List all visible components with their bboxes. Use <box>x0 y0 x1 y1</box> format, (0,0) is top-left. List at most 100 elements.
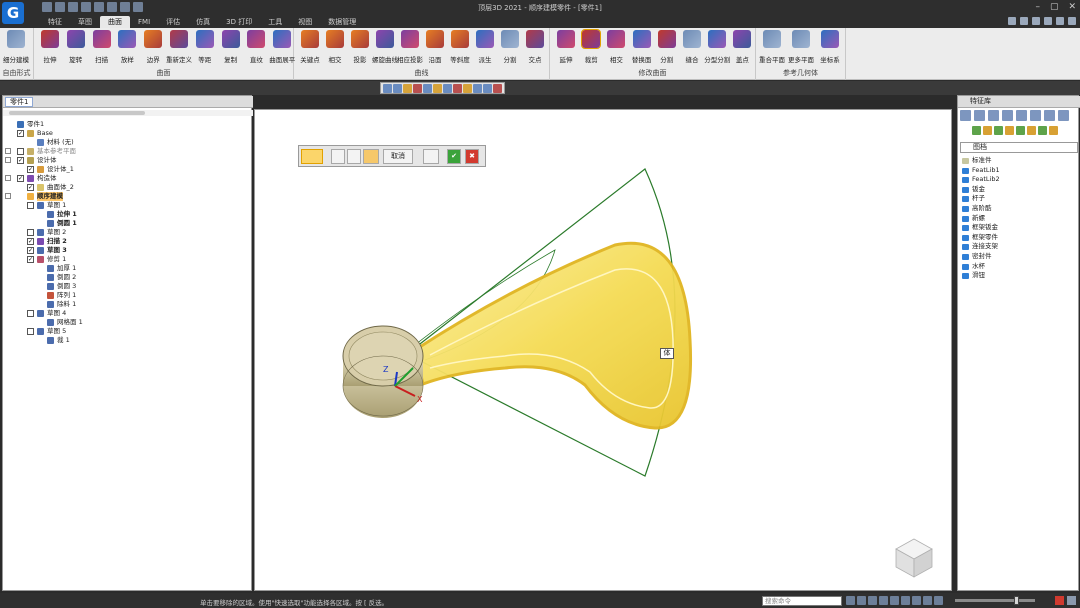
app-logo[interactable]: G <box>2 2 24 24</box>
style-icon[interactable] <box>1008 17 1016 25</box>
cancel-button[interactable]: 取消 <box>383 149 413 164</box>
status-tool-icon[interactable] <box>934 596 943 605</box>
maximize-button[interactable]: ▢ <box>1050 2 1059 12</box>
expand-toggle-icon[interactable] <box>5 148 11 154</box>
library-item[interactable]: FeatLib2 <box>960 175 1078 185</box>
ribbon-button-isocline[interactable]: 等斜度 <box>447 30 473 64</box>
tree-node[interactable]: ✓ 设计体 <box>3 156 251 165</box>
help-icon[interactable] <box>1032 17 1040 25</box>
ribbon-button-boundary[interactable]: 边界 <box>140 30 166 64</box>
scrollbar-thumb[interactable] <box>9 111 145 115</box>
visibility-checkbox[interactable]: ✓ <box>27 166 34 173</box>
ribbon-button-intersect-point[interactable]: 交点 <box>522 30 548 64</box>
tree-node[interactable]: 草图 4 <box>3 309 251 318</box>
trim-icon[interactable] <box>301 149 323 164</box>
ribbon-button-offset[interactable]: 等距 <box>192 30 218 64</box>
ribbon-button-replace-face[interactable]: 替换面 <box>629 30 655 64</box>
view-tool-icon[interactable] <box>473 84 482 93</box>
select-region-icon[interactable] <box>347 149 361 164</box>
view-tool-icon[interactable] <box>423 84 432 93</box>
tree-node[interactable]: ✓ 构造体 <box>3 174 251 183</box>
library-tool-icon[interactable] <box>1044 110 1055 121</box>
library-folder-select[interactable]: 图档 <box>960 142 1078 153</box>
ribbon-button-more-planes[interactable]: 更多平面 <box>788 30 814 64</box>
library-item[interactable]: 高阶酷 <box>960 204 1078 214</box>
view-tool-icon[interactable] <box>483 84 492 93</box>
view-tool-icon[interactable] <box>383 84 392 93</box>
tree-node[interactable]: 网格面 1 <box>3 318 251 327</box>
ribbon-button-cap-point[interactable]: 盖点 <box>729 30 755 64</box>
visibility-checkbox[interactable]: ✓ <box>27 247 34 254</box>
3d-viewport[interactable]: Z X <box>254 109 952 591</box>
tree-node[interactable]: 倒圆 2 <box>3 273 251 282</box>
tree-node[interactable]: 拉伸 1 <box>3 210 251 219</box>
tree-node[interactable]: ✓ 曲面体_2 <box>3 183 251 192</box>
paste-icon[interactable] <box>1016 126 1025 135</box>
tree-node[interactable]: 基本参考平面 <box>3 147 251 156</box>
ribbon-button-coincident-plane[interactable]: 重合平面 <box>759 30 785 64</box>
library-item[interactable]: 框架钣金 <box>960 223 1078 233</box>
library-tool-icon[interactable] <box>1030 110 1041 121</box>
panel-restore-icon[interactable] <box>1056 17 1064 25</box>
tab-0[interactable]: 特征 <box>40 16 70 28</box>
library-tool-icon[interactable] <box>1002 110 1013 121</box>
view-tool-icon[interactable] <box>433 84 442 93</box>
tab-4[interactable]: 评估 <box>158 16 188 28</box>
library-tool-icon[interactable] <box>960 110 971 121</box>
command-search-input[interactable]: 搜索命令 <box>762 596 842 606</box>
panel-minimize-icon[interactable] <box>1044 17 1052 25</box>
select-body-icon[interactable] <box>331 149 345 164</box>
tree-node[interactable]: 草图 5 <box>3 327 251 336</box>
tab-9[interactable]: 数据管理 <box>320 16 364 28</box>
layout-icon[interactable] <box>1020 17 1028 25</box>
status-tool-icon[interactable] <box>846 596 855 605</box>
status-tool-icon[interactable] <box>857 596 866 605</box>
visibility-checkbox[interactable]: ✓ <box>17 175 24 182</box>
preview-icon[interactable] <box>423 149 439 164</box>
ribbon-button-along-face[interactable]: 沿面 <box>422 30 448 64</box>
ribbon-button-extend[interactable]: 延伸 <box>553 30 579 64</box>
status-tool-icon[interactable] <box>879 596 888 605</box>
library-item[interactable]: 标准件 <box>960 156 1078 166</box>
zoom-slider[interactable] <box>955 596 1035 605</box>
tree-node[interactable]: 裁 1 <box>3 336 251 345</box>
ribbon-button-surface-intersect[interactable]: 相交 <box>603 30 629 64</box>
library-item[interactable]: 密封件 <box>960 252 1078 262</box>
settings-icon[interactable] <box>1067 596 1076 605</box>
reject-icon[interactable]: ✖ <box>465 149 479 164</box>
expand-toggle-icon[interactable] <box>5 175 11 181</box>
visibility-checkbox[interactable]: ✓ <box>17 157 24 164</box>
visibility-checkbox[interactable]: ✓ <box>27 238 34 245</box>
tree-node[interactable]: 倒圆 1 <box>3 219 251 228</box>
library-item[interactable]: 连接支架 <box>960 242 1078 252</box>
library-item[interactable]: 滑钮 <box>960 271 1078 281</box>
visibility-checkbox[interactable]: ✓ <box>17 130 24 137</box>
tab-2[interactable]: 曲面 <box>100 16 130 28</box>
copy-icon[interactable] <box>1005 126 1014 135</box>
tree-node[interactable]: 零件1 <box>3 120 251 129</box>
ribbon-button-corr-project[interactable]: 相应投影 <box>397 30 423 64</box>
visibility-checkbox[interactable] <box>17 148 24 155</box>
view-tool-icon[interactable] <box>493 84 502 93</box>
tree-node[interactable]: ✓ 扫描 2 <box>3 237 251 246</box>
ribbon-button-helix[interactable]: 螺旋曲线 <box>372 30 398 64</box>
ribbon-button-keypoint[interactable]: 关键点 <box>297 30 323 64</box>
tree-node[interactable]: 加厚 1 <box>3 264 251 273</box>
tab-part1[interactable]: 零件1 <box>5 97 34 107</box>
panel-close-icon[interactable] <box>1068 17 1076 25</box>
library-tool-icon[interactable] <box>988 110 999 121</box>
view-tool-icon[interactable] <box>393 84 402 93</box>
tree-node[interactable]: 顺序建模 <box>3 192 251 201</box>
add-icon[interactable] <box>972 126 981 135</box>
visibility-checkbox[interactable]: ✓ <box>27 184 34 191</box>
ribbon-button-subdivide[interactable]: 细分建模 <box>3 30 29 64</box>
tree-node[interactable]: ✓ 草图 3 <box>3 246 251 255</box>
tab-7[interactable]: 工具 <box>260 16 290 28</box>
view-mode-icon[interactable] <box>1038 126 1047 135</box>
ribbon-button-stitch[interactable]: 缝合 <box>679 30 705 64</box>
ribbon-button-extrude[interactable]: 拉伸 <box>37 30 63 64</box>
visibility-checkbox[interactable] <box>27 328 34 335</box>
library-tool-icon[interactable] <box>974 110 985 121</box>
ribbon-button-project[interactable]: 投影 <box>347 30 373 64</box>
expand-toggle-icon[interactable] <box>5 157 11 163</box>
